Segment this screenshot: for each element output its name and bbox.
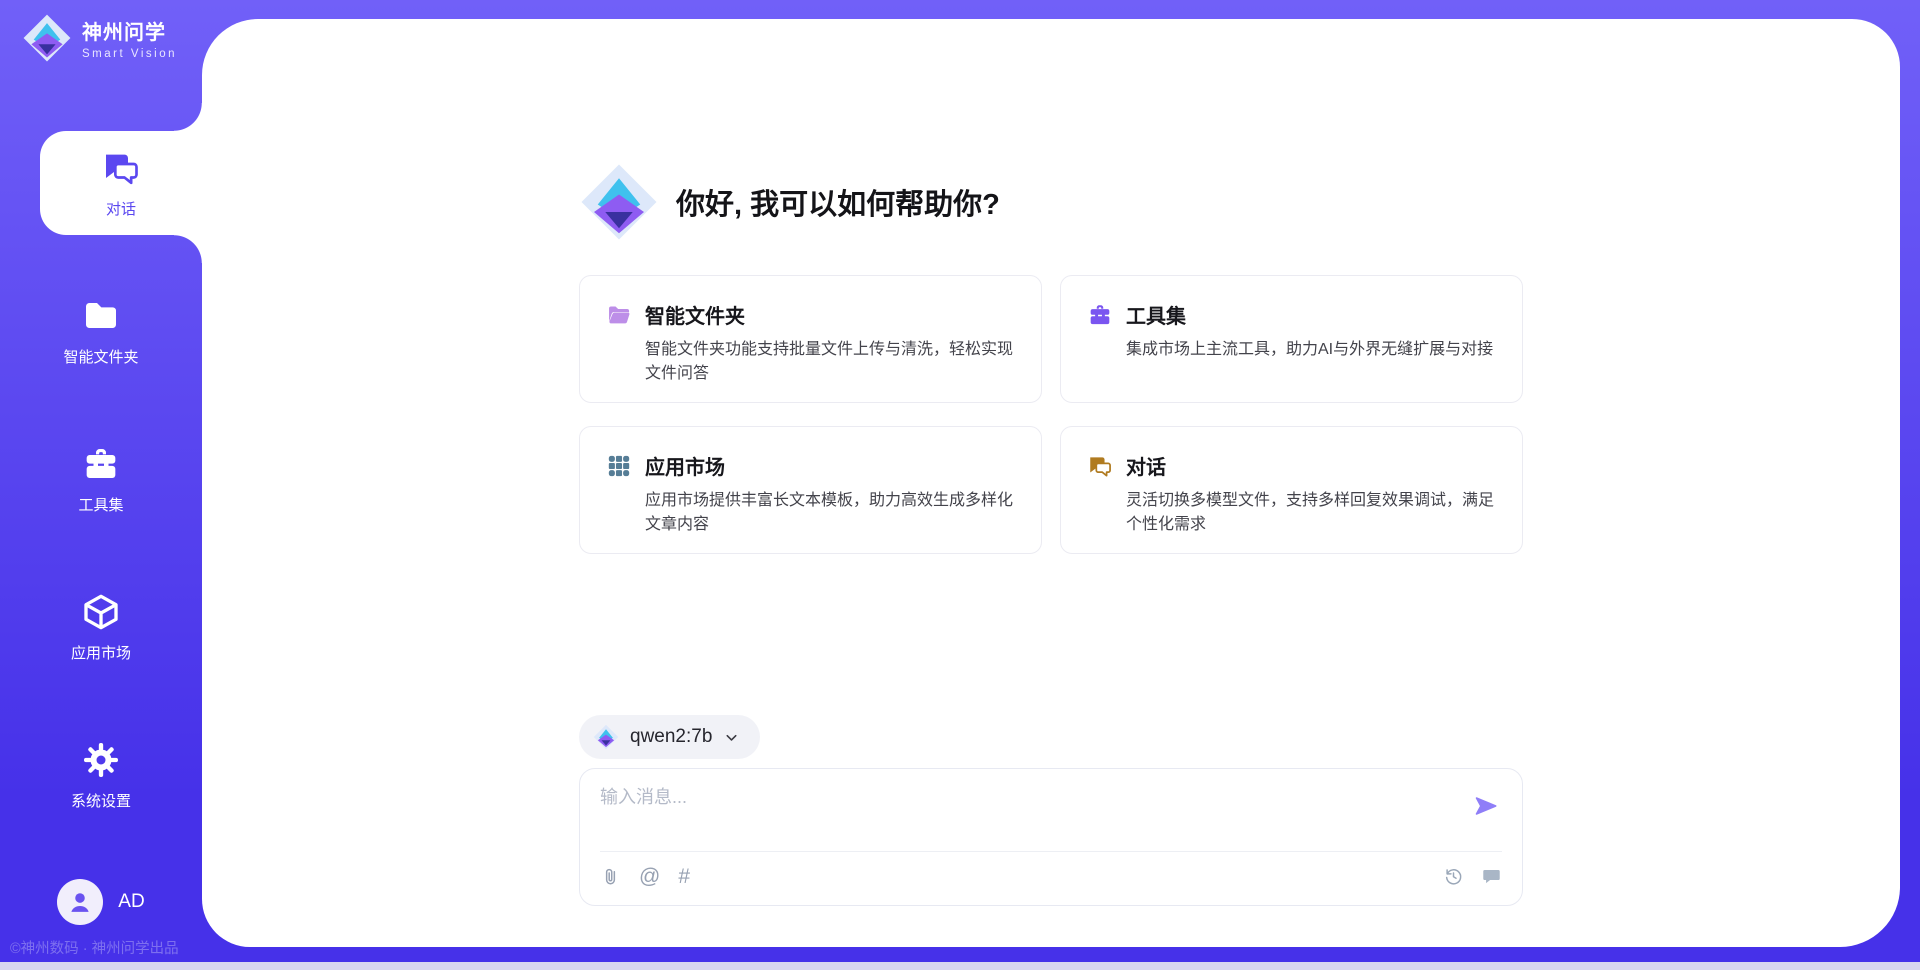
- send-icon: [1473, 793, 1499, 819]
- sidebar-item-toolbox[interactable]: 工具集: [0, 427, 202, 531]
- flex-spacer: [579, 554, 1523, 715]
- card-description: 灵活切换多模型文件，支持多样回复效果调试，满足个性化需求: [1126, 489, 1496, 537]
- sidebar: 神州问学 Smart Vision 对话 智能文件夹: [0, 0, 202, 970]
- model-selector[interactable]: qwen2:7b: [579, 715, 760, 759]
- main-content: 你好, 我可以如何帮助你? 智能文件夹 智能文件夹功能支持批量文件上传与清洗，轻…: [579, 19, 1523, 947]
- greeting-text: 你好, 我可以如何帮助你?: [676, 181, 1000, 223]
- briefcase-icon: [80, 443, 122, 485]
- sidebar-item-label: 对话: [106, 198, 136, 219]
- message-composer: @ #: [579, 768, 1523, 906]
- brand-logo: 神州问学 Smart Vision: [22, 13, 177, 63]
- gear-icon: [80, 739, 122, 781]
- user-name: AD: [118, 891, 144, 913]
- chat-bubbles-icon: [1087, 453, 1113, 479]
- folder-open-icon: [606, 302, 632, 328]
- greeting-row: 你好, 我可以如何帮助你?: [579, 162, 1523, 242]
- chat-log-button[interactable]: [1481, 866, 1502, 887]
- app-root: 神州问学 Smart Vision 对话 智能文件夹: [0, 0, 1920, 970]
- brand-diamond-icon: [22, 13, 72, 63]
- avatar: [57, 879, 103, 925]
- card-description: 集成市场上主流工具，助力AI与外界无缝扩展与对接: [1126, 338, 1496, 362]
- at-icon: @: [639, 866, 660, 887]
- tab-fillet-top: [174, 103, 202, 131]
- feature-card-smart-folder[interactable]: 智能文件夹 智能文件夹功能支持批量文件上传与清洗，轻松实现文件问答: [579, 275, 1042, 403]
- sidebar-item-label: 应用市场: [71, 642, 131, 663]
- chat-bubbles-icon: [100, 147, 142, 189]
- sidebar-nav: 对话 智能文件夹 工具集: [0, 131, 202, 871]
- attach-file-button[interactable]: [600, 866, 621, 887]
- feature-cards: 智能文件夹 智能文件夹功能支持批量文件上传与清洗，轻松实现文件问答: [579, 275, 1523, 554]
- feature-card-toolbox[interactable]: 工具集 集成市场上主流工具，助力AI与外界无缝扩展与对接: [1060, 275, 1523, 403]
- model-diamond-icon: [593, 724, 619, 750]
- main-panel: 你好, 我可以如何帮助你? 智能文件夹 智能文件夹功能支持批量文件上传与清洗，轻…: [202, 19, 1900, 947]
- card-title: 应用市场: [645, 451, 725, 480]
- feature-card-app-market[interactable]: 应用市场 应用市场提供丰富长文本模板，助力高效生成多样化文章内容: [579, 426, 1042, 554]
- brand-subtitle: Smart Vision: [82, 48, 177, 60]
- sidebar-item-label: 工具集: [78, 494, 123, 515]
- folder-icon: [80, 295, 122, 337]
- chevron-down-icon: [723, 729, 740, 746]
- briefcase-icon: [1087, 302, 1113, 328]
- sidebar-item-chat[interactable]: 对话: [40, 131, 202, 235]
- card-title: 智能文件夹: [645, 300, 745, 329]
- card-description: 应用市场提供丰富长文本模板，助力高效生成多样化文章内容: [645, 489, 1015, 537]
- message-input[interactable]: [600, 783, 1460, 839]
- sidebar-item-smart-folder[interactable]: 智能文件夹: [0, 279, 202, 383]
- sidebar-item-label: 智能文件夹: [63, 346, 138, 367]
- sidebar-footer-text: ©神州数码 · 神州问学出品: [10, 937, 200, 958]
- greeting-diamond-icon: [579, 162, 659, 242]
- send-button[interactable]: [1472, 793, 1500, 821]
- mention-button[interactable]: @: [639, 866, 660, 887]
- model-name: qwen2:7b: [630, 726, 712, 748]
- user-account[interactable]: AD: [0, 879, 202, 925]
- cube-icon: [80, 591, 122, 633]
- sidebar-item-app-market[interactable]: 应用市场: [0, 575, 202, 679]
- sidebar-item-label: 系统设置: [71, 790, 131, 811]
- hashtag-button[interactable]: #: [678, 866, 690, 887]
- card-description: 智能文件夹功能支持批量文件上传与清洗，轻松实现文件问答: [645, 338, 1015, 386]
- bottom-edge-strip: [0, 962, 1920, 970]
- sidebar-item-settings[interactable]: 系统设置: [0, 723, 202, 827]
- history-button[interactable]: [1443, 866, 1464, 887]
- card-title: 对话: [1126, 451, 1166, 480]
- app-grid-icon: [606, 453, 632, 479]
- paperclip-icon: [600, 866, 621, 887]
- hash-icon: #: [678, 866, 690, 887]
- history-icon: [1443, 866, 1464, 887]
- message-bubble-icon: [1481, 866, 1502, 887]
- tab-fillet-bottom: [174, 235, 202, 263]
- composer-toolbar: @ #: [600, 852, 1502, 900]
- card-title: 工具集: [1126, 300, 1186, 329]
- feature-card-chat[interactable]: 对话 灵活切换多模型文件，支持多样回复效果调试，满足个性化需求: [1060, 426, 1523, 554]
- brand-title: 神州问学: [82, 16, 177, 45]
